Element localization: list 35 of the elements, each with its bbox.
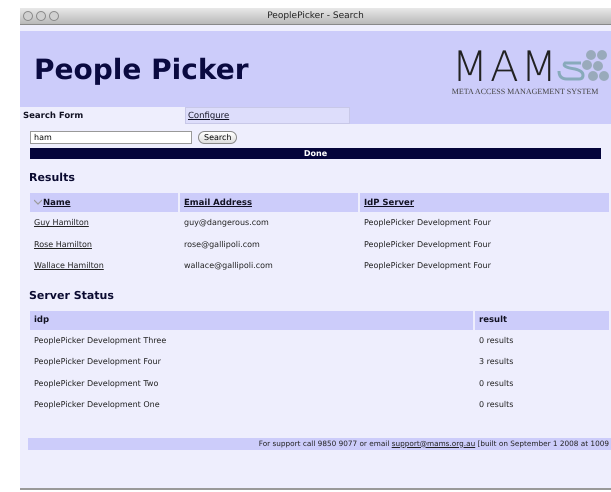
search-button[interactable]: Search — [198, 131, 238, 144]
section-heading: Server Status — [29, 288, 115, 302]
logo-subtitle: META ACCESS MANAGEMENT SYSTEM — [452, 86, 598, 96]
table-cell-text: PeoplePicker Development Three — [33, 334, 168, 347]
column-header: result — [475, 310, 609, 330]
section-heading: Results — [29, 171, 76, 184]
column-header: idp — [30, 310, 473, 330]
window-controls-icon[interactable] — [22, 10, 62, 22]
table-cell-text: PeoplePicker Development Two — [33, 378, 160, 390]
table-cell-text: PeoplePicker Development Four — [33, 356, 162, 368]
name-link[interactable]: Guy Hamilton — [30, 212, 178, 234]
table-cell-text: PeoplePicker Development Four — [363, 238, 492, 251]
window-title: PeoplePicker - Search — [266, 11, 365, 21]
search-field[interactable]: ham — [30, 131, 192, 144]
status-bar: Done — [30, 148, 601, 159]
tab[interactable]: Configure — [185, 107, 350, 124]
name-link[interactable]: Rose Hamilton — [30, 234, 178, 255]
column-header[interactable]: IdP Server — [360, 193, 609, 212]
table-cell-text: rose@gallipoli.com — [183, 238, 261, 251]
page-title: People Picker — [34, 52, 249, 86]
name-link[interactable]: Wallace Hamilton — [30, 255, 178, 276]
table-cell-text: PeoplePicker Development Four — [363, 260, 492, 272]
table-cell-text: 0 results — [478, 378, 514, 390]
table-cell-text: PeoplePicker Development One — [33, 399, 161, 412]
table-cell-text: PeoplePicker Development Four — [363, 217, 492, 230]
logo-text: MAM — [452, 46, 559, 86]
table-cell-text: 3 results — [478, 356, 514, 368]
table-cell-text: wallace@gallipoli.com — [183, 260, 274, 272]
table-cell-text: 0 results — [478, 334, 514, 347]
sort-icon — [34, 198, 42, 204]
table-cell-text: 0 results — [478, 399, 514, 412]
table-cell-text: guy@dangerous.com — [183, 217, 270, 230]
column-header[interactable]: Email Address — [180, 193, 358, 212]
tab[interactable]: Search Form — [20, 107, 185, 124]
column-header[interactable]: Name — [30, 193, 178, 212]
